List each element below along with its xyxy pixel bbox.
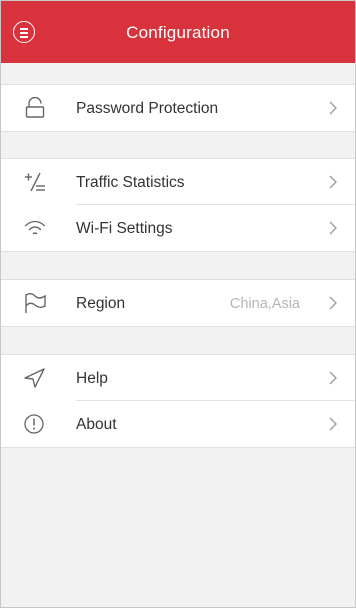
password-protection-label: Password Protection [76, 100, 219, 117]
region-value: China,Asia [229, 296, 300, 312]
page-title: Configuration [126, 23, 230, 42]
chevron-right-icon [329, 371, 337, 385]
chevron-right-icon [329, 101, 337, 115]
region-row[interactable]: Region China,Asia [1, 280, 355, 326]
chevron-right-icon [329, 175, 337, 189]
app-header: Configuration [1, 1, 355, 63]
flag-icon [25, 293, 46, 313]
region-label: Region [76, 295, 126, 312]
send-icon [24, 368, 45, 388]
settings-group-network: Traffic Statistics Wi-Fi Settings [1, 158, 355, 252]
traffic-stats-icon [25, 172, 45, 192]
traffic-statistics-row[interactable]: Traffic Statistics [1, 159, 355, 205]
about-row[interactable]: About [1, 401, 355, 447]
empty-background-area [1, 451, 355, 607]
wifi-icon [24, 220, 46, 235]
help-label: Help [76, 370, 108, 387]
password-protection-row[interactable]: Password Protection [1, 85, 355, 131]
app-frame: Configuration Password Protection Traffi… [0, 0, 356, 608]
wifi-settings-row[interactable]: Wi-Fi Settings [1, 205, 355, 251]
help-row[interactable]: Help [1, 355, 355, 401]
settings-group-security: Password Protection [1, 84, 355, 132]
info-icon [24, 414, 44, 434]
settings-group-info: Help About [1, 354, 355, 448]
wifi-settings-label: Wi-Fi Settings [76, 220, 173, 237]
chevron-right-icon [329, 417, 337, 431]
chevron-right-icon [329, 296, 337, 310]
lock-icon [25, 97, 45, 118]
traffic-statistics-label: Traffic Statistics [76, 174, 185, 191]
settings-group-region: Region China,Asia [1, 279, 355, 327]
chevron-right-icon [329, 221, 337, 235]
about-label: About [76, 416, 117, 433]
